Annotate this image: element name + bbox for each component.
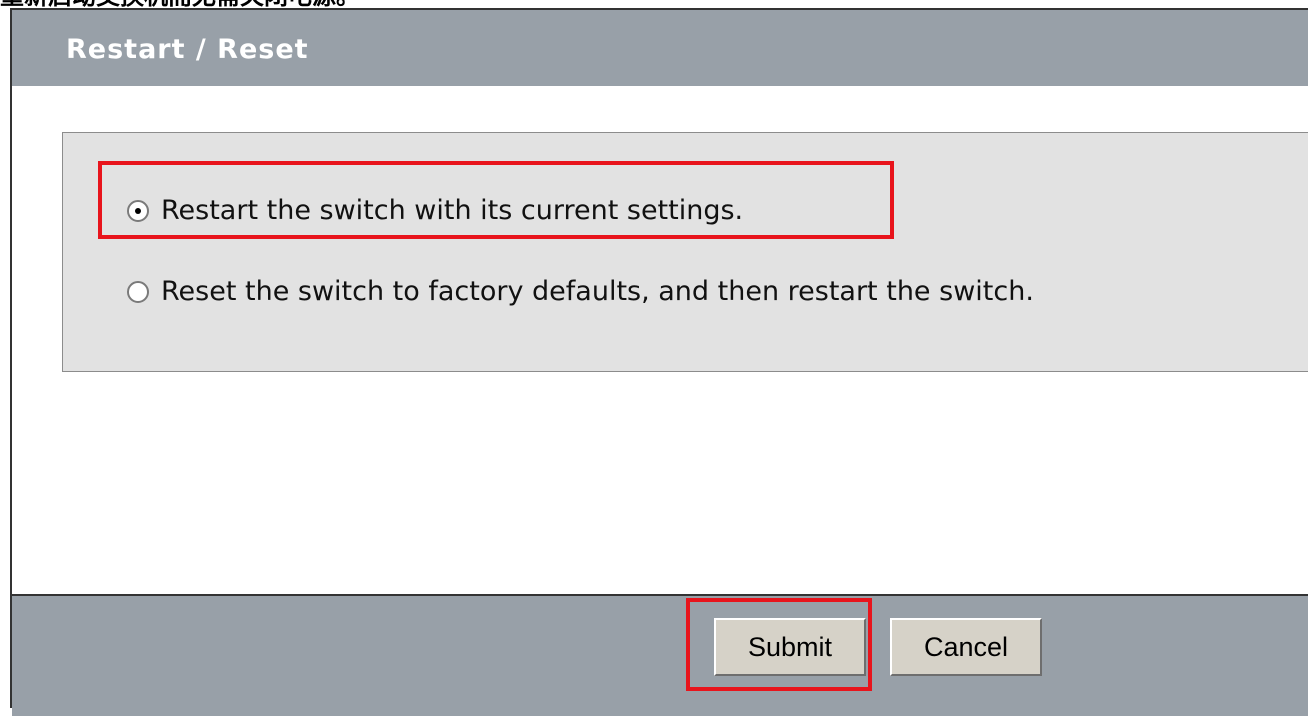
restart-reset-dialog: Restart / Reset Restart the switch with …: [10, 8, 1308, 716]
dialog-title: Restart / Reset: [66, 34, 309, 65]
option-restart-label: Restart the switch with its current sett…: [161, 195, 744, 226]
option-reset-factory-label: Reset the switch to factory defaults, an…: [161, 276, 1034, 307]
option-reset-factory[interactable]: Reset the switch to factory defaults, an…: [127, 276, 1034, 307]
button-bar: Submit Cancel: [12, 594, 1308, 716]
options-panel: Restart the switch with its current sett…: [62, 132, 1308, 372]
title-bar: Restart / Reset: [12, 10, 1308, 86]
radio-reset-factory[interactable]: [127, 280, 149, 303]
submit-button[interactable]: Submit: [714, 618, 866, 676]
option-restart[interactable]: Restart the switch with its current sett…: [127, 195, 743, 226]
radio-restart-selected[interactable]: [127, 199, 149, 222]
cancel-button[interactable]: Cancel: [890, 618, 1042, 676]
page-caption: 重新启动交换机而无需关闭电源。: [0, 0, 360, 8]
